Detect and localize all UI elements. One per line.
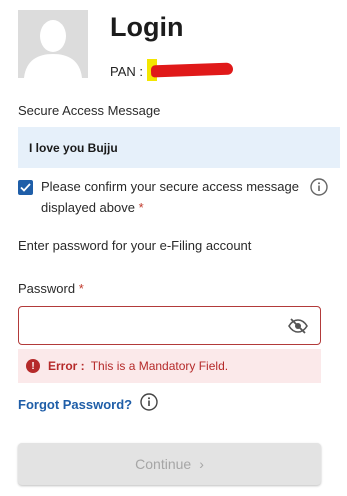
user-silhouette-icon [18, 10, 88, 78]
required-mark: * [138, 200, 144, 215]
forgot-password-link[interactable]: Forgot Password? [18, 397, 132, 412]
continue-label: Continue [135, 456, 192, 472]
confirm-label-text: Please confirm your secure access messag… [41, 179, 299, 215]
password-input[interactable] [18, 306, 321, 345]
password-label-text: Password [18, 281, 76, 296]
confirm-message-row: Please confirm your secure access messag… [18, 178, 340, 218]
password-error: ! Error : This is a Mandatory Field. [18, 349, 321, 383]
secure-access-label: Secure Access Message [18, 103, 161, 118]
pan-redaction [147, 59, 237, 81]
continue-button[interactable]: Continue › [18, 443, 321, 485]
eye-off-icon[interactable] [288, 318, 308, 339]
error-message: This is a Mandatory Field. [90, 359, 229, 373]
checkmark-icon [20, 183, 31, 192]
error-prefix: Error : [48, 359, 85, 373]
required-mark: * [78, 281, 84, 296]
password-label: Password * [18, 281, 84, 296]
forgot-password-row: Forgot Password? [18, 393, 158, 416]
confirm-checkbox[interactable] [18, 180, 33, 195]
page-title: Login [110, 12, 184, 42]
confirm-label: Please confirm your secure access messag… [41, 176, 301, 218]
chevron-right-icon: › [199, 456, 204, 472]
password-intro: Enter password for your e-Filing account [18, 238, 252, 253]
pan-label: PAN : [110, 63, 143, 79]
info-icon[interactable] [140, 393, 158, 416]
secure-access-message-text: I love you Bujju [29, 141, 118, 155]
info-icon[interactable] [310, 178, 328, 201]
pan-row: PAN : [110, 59, 237, 81]
avatar [18, 10, 88, 78]
error-icon: ! [26, 359, 40, 373]
secure-access-message: I love you Bujju [18, 127, 340, 168]
